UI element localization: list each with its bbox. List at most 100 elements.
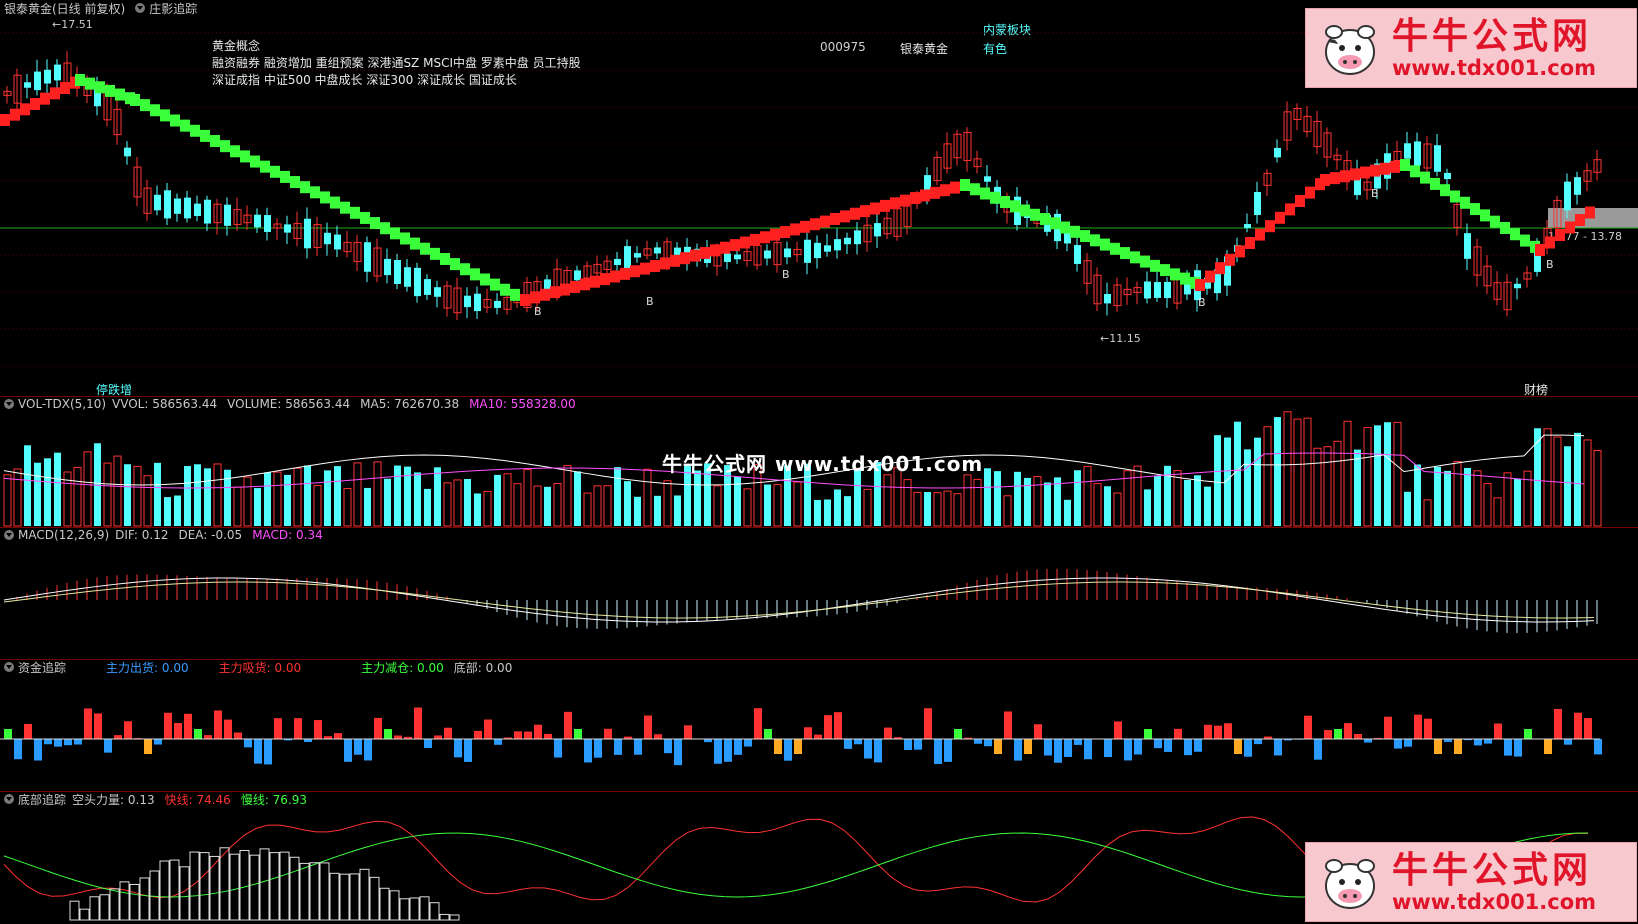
bottom-power-bar bbox=[239, 849, 250, 921]
volume-bar bbox=[933, 492, 942, 527]
fund-bar bbox=[274, 718, 282, 739]
volume-bar bbox=[1343, 420, 1352, 527]
fund-bar bbox=[414, 707, 422, 739]
volume-bar bbox=[824, 499, 831, 526]
bottom-power-bar bbox=[399, 898, 410, 921]
fund-bar bbox=[1064, 739, 1072, 757]
volume-bar bbox=[1033, 476, 1042, 527]
bottom-power-bar bbox=[319, 862, 330, 921]
trend-step bbox=[95, 81, 105, 94]
macd-name[interactable]: MACD(12,26,9) bbox=[18, 528, 109, 542]
volume-bar bbox=[1384, 422, 1391, 526]
candle-body bbox=[1464, 233, 1471, 259]
candle-body bbox=[814, 242, 821, 259]
candle-body bbox=[1074, 245, 1081, 264]
candle-body bbox=[1514, 283, 1521, 289]
volume-bar bbox=[1263, 426, 1272, 527]
trend-step bbox=[1180, 272, 1190, 285]
fund-bar bbox=[544, 733, 552, 739]
fund-name[interactable]: 资金追踪 bbox=[18, 659, 66, 676]
candle-body bbox=[1574, 177, 1581, 195]
vol-volume: VOLUME: 586563.44 bbox=[227, 397, 351, 411]
fund-bar bbox=[484, 719, 492, 739]
fund-bar bbox=[1524, 729, 1532, 739]
trend-step bbox=[1410, 165, 1420, 178]
trend-step bbox=[670, 254, 680, 267]
trend-step bbox=[0, 114, 10, 126]
fund-menu-icon[interactable] bbox=[4, 662, 14, 672]
fund-bar bbox=[74, 739, 82, 745]
trend-step bbox=[1000, 196, 1010, 209]
volume-bar bbox=[503, 473, 512, 527]
bottom-name[interactable]: 底部追踪 bbox=[18, 791, 66, 808]
vol-name[interactable]: VOL-TDX(5,10) bbox=[18, 397, 106, 411]
volume-bar bbox=[103, 462, 112, 527]
bottom-power-bar bbox=[159, 860, 170, 921]
candle-body bbox=[854, 230, 861, 245]
fund-bar bbox=[654, 734, 662, 739]
logo-url-text: www.tdx001.com bbox=[1392, 890, 1597, 914]
candle-body bbox=[634, 253, 641, 258]
bottom-power-bar bbox=[69, 900, 80, 921]
candle-body bbox=[824, 245, 831, 252]
fund-bar bbox=[594, 739, 602, 758]
volume-bar bbox=[1204, 486, 1211, 526]
vol-ma10: MA10: 558328.00 bbox=[469, 397, 576, 411]
trend-step bbox=[800, 220, 810, 233]
bottom-power-bar bbox=[229, 853, 240, 921]
trend-step bbox=[480, 273, 490, 286]
trend-step bbox=[1090, 234, 1100, 247]
trend-step bbox=[1030, 208, 1040, 221]
candle-body bbox=[164, 190, 171, 219]
volume-bar bbox=[1363, 427, 1372, 527]
volume-bar bbox=[324, 470, 331, 526]
fund-bar bbox=[164, 712, 172, 739]
volume-bar bbox=[204, 468, 211, 526]
volume-bar bbox=[1044, 482, 1051, 526]
candle-body bbox=[424, 279, 431, 295]
fund-bar bbox=[54, 739, 62, 747]
volume-bar bbox=[743, 488, 752, 527]
fund-bar bbox=[604, 728, 612, 739]
trend-step bbox=[1070, 225, 1080, 238]
trend-step bbox=[400, 232, 410, 245]
fund-bar bbox=[1594, 739, 1602, 755]
fund-bar bbox=[234, 732, 242, 739]
trend-step bbox=[700, 246, 710, 259]
bottom-menu-icon[interactable] bbox=[4, 794, 14, 804]
bottom-power-bar bbox=[259, 848, 270, 921]
volume-bar bbox=[863, 488, 872, 527]
volume-bar bbox=[553, 482, 562, 527]
macd-menu-icon[interactable] bbox=[4, 530, 14, 540]
volume-bar bbox=[1014, 471, 1021, 526]
bottom-fast: 快线: 74.46 bbox=[164, 792, 231, 807]
trend-step bbox=[1490, 215, 1500, 228]
trend-step bbox=[890, 197, 900, 210]
fund-bar bbox=[1454, 739, 1462, 754]
trend-step bbox=[85, 77, 95, 90]
trend-step bbox=[1010, 200, 1020, 213]
candle-body bbox=[324, 232, 331, 245]
vol-ma5: MA5: 762670.38 bbox=[360, 397, 460, 411]
fund-bar bbox=[1314, 739, 1322, 760]
volume-bar bbox=[654, 495, 661, 526]
trend-step bbox=[330, 196, 340, 209]
volume-bar bbox=[583, 492, 592, 527]
trend-step bbox=[115, 88, 125, 101]
trend-step bbox=[150, 104, 160, 117]
volume-bar bbox=[353, 462, 362, 527]
fund-bar bbox=[1234, 739, 1242, 754]
fund-bar bbox=[374, 717, 382, 739]
trend-step bbox=[720, 241, 730, 254]
candle-body bbox=[254, 214, 261, 228]
vol-menu-icon[interactable] bbox=[4, 399, 14, 409]
trend-step bbox=[10, 108, 20, 121]
bottom-short-power: 空头力量: 0.13 bbox=[72, 792, 155, 807]
candle-body bbox=[1144, 281, 1151, 299]
volume-bar bbox=[443, 482, 452, 527]
fund-bar bbox=[84, 708, 92, 739]
trend-step bbox=[340, 201, 350, 214]
trend-step bbox=[75, 74, 85, 86]
macd-dea: DEA: -0.05 bbox=[178, 528, 243, 542]
candle-body bbox=[1244, 223, 1251, 229]
